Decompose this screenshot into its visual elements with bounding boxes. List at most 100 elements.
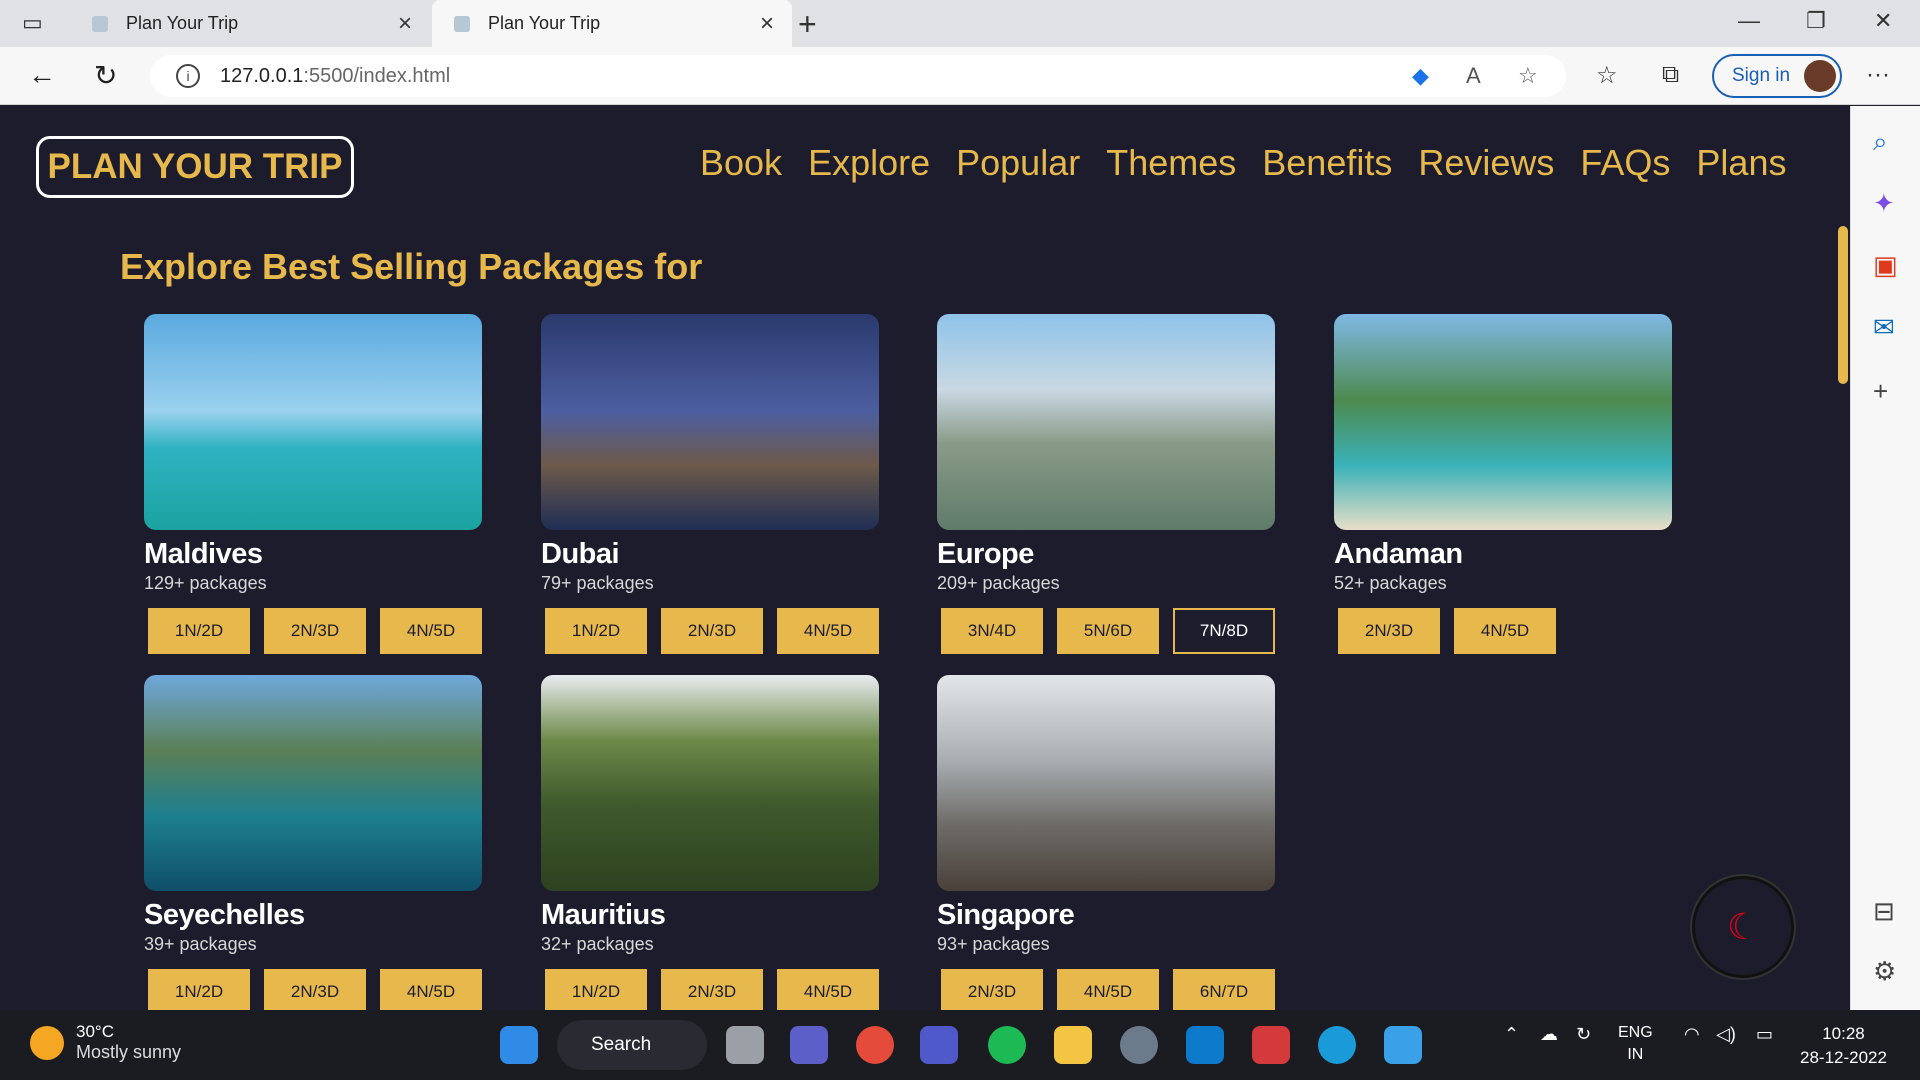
duration-button[interactable]: 1N/2D [148, 969, 250, 1010]
package-card-mauritius[interactable]: Mauritius 32+ packages 1N/2D 2N/3D 4N/5D [541, 675, 879, 1010]
browser-toolbar: ← ↻ i 127.0.0.1:5500/index.html ◆ A ☆ ☆ … [0, 47, 1920, 105]
outlook-icon[interactable]: ✉ [1873, 312, 1895, 343]
weather-widget[interactable]: 30°C Mostly sunny [30, 1022, 181, 1063]
duration-button[interactable]: 1N/2D [545, 969, 647, 1010]
nav-benefits[interactable]: Benefits [1262, 142, 1392, 184]
copilot-icon[interactable]: ✦ [1873, 188, 1895, 219]
sun-icon [30, 1025, 64, 1060]
duration-button[interactable]: 4N/5D [1057, 969, 1159, 1010]
settings-gear-icon[interactable]: ⚙ [1873, 956, 1896, 987]
site-logo[interactable]: PLAN YOUR TRIP [36, 136, 354, 198]
nav-reviews[interactable]: Reviews [1418, 142, 1554, 184]
task-view-icon[interactable] [726, 1026, 764, 1064]
address-bar[interactable]: i 127.0.0.1:5500/index.html ◆ A ☆ [150, 55, 1566, 97]
battery-icon[interactable]: ▭ [1756, 1024, 1773, 1045]
restore-icon[interactable]: ❐ [1806, 8, 1826, 34]
package-card-europe[interactable]: Europe 209+ packages 3N/4D 5N/6D 7N/8D [937, 314, 1275, 654]
destination-name: Singapore [937, 899, 1075, 931]
close-tab-icon[interactable]: × [760, 10, 774, 38]
clock-time: 10:28 [1822, 1024, 1865, 1043]
file-explorer-icon[interactable] [1054, 1026, 1092, 1064]
site-info-icon[interactable]: i [176, 64, 200, 88]
settings-app-icon[interactable] [1120, 1026, 1158, 1064]
duration-options: 1N/2D 2N/3D 4N/5D [545, 608, 879, 654]
os-taskbar: 30°C Mostly sunny Search ⌃ ☁ ↻ ENG IN ◠ … [0, 1010, 1920, 1080]
duration-button-selected[interactable]: 7N/8D [1173, 608, 1275, 654]
system-clock[interactable]: 10:28 28-12-2022 [1800, 1022, 1887, 1070]
sign-in-button[interactable]: Sign in [1712, 54, 1842, 98]
reload-icon[interactable]: ↻ [94, 59, 117, 92]
edge-icon[interactable] [1318, 1026, 1356, 1064]
duration-button[interactable]: 2N/3D [264, 969, 366, 1010]
office-icon[interactable]: ▣ [1873, 250, 1898, 281]
taskbar-search[interactable]: Search [557, 1020, 707, 1070]
language-indicator[interactable]: ENG IN [1618, 1022, 1653, 1066]
browser-tab-1[interactable]: Plan Your Trip × [70, 0, 430, 47]
notepad-icon[interactable] [1384, 1026, 1422, 1064]
package-card-dubai[interactable]: Dubai 79+ packages 1N/2D 2N/3D 4N/5D [541, 314, 879, 654]
read-aloud-icon[interactable]: A [1466, 63, 1481, 89]
browser-tab-2[interactable]: Plan Your Trip × [432, 0, 792, 47]
destination-image [144, 314, 482, 530]
duration-button[interactable]: 4N/5D [380, 608, 482, 654]
chat-icon[interactable] [790, 1026, 828, 1064]
chrome-icon[interactable] [856, 1026, 894, 1064]
package-card-andaman[interactable]: Andaman 52+ packages 2N/3D 4N/5D [1334, 314, 1672, 654]
main-nav: Book Explore Popular Themes Benefits Rev… [700, 142, 1786, 184]
close-window-icon[interactable]: ✕ [1874, 8, 1892, 34]
temperature: 30°C [76, 1022, 114, 1041]
weather-desc: Mostly sunny [76, 1042, 182, 1062]
duration-button[interactable]: 4N/5D [1454, 608, 1556, 654]
collections-icon[interactable]: ⧉ [1662, 61, 1679, 89]
teams-icon[interactable] [920, 1026, 958, 1064]
package-card-maldives[interactable]: Maldives 129+ packages 1N/2D 2N/3D 4N/5D [144, 314, 482, 654]
nav-explore[interactable]: Explore [808, 142, 930, 184]
windows-start-icon[interactable] [500, 1026, 538, 1064]
duration-button[interactable]: 6N/7D [1173, 969, 1275, 1010]
show-hidden-icons-icon[interactable]: ⌃ [1504, 1024, 1519, 1045]
duration-button[interactable]: 3N/4D [941, 608, 1043, 654]
favorites-icon[interactable]: ☆ [1596, 61, 1618, 90]
nav-popular[interactable]: Popular [956, 142, 1080, 184]
search-icon[interactable]: ⌕ [1873, 126, 1888, 158]
duration-button[interactable]: 2N/3D [941, 969, 1043, 1010]
spotify-icon[interactable] [988, 1026, 1026, 1064]
tab-actions-icon[interactable]: ▭ [22, 10, 43, 36]
back-icon[interactable]: ← [28, 59, 56, 91]
nav-themes[interactable]: Themes [1106, 142, 1236, 184]
duration-button[interactable]: 2N/3D [661, 969, 763, 1010]
onedrive-icon[interactable]: ☁ [1540, 1024, 1558, 1045]
nav-plans[interactable]: Plans [1696, 142, 1786, 184]
sync-icon[interactable]: ↻ [1576, 1024, 1591, 1045]
page-scrollbar[interactable] [1838, 226, 1848, 384]
new-tab-icon[interactable]: + [798, 6, 817, 43]
favicon-icon [454, 15, 470, 32]
coupon-icon[interactable]: ◆ [1412, 63, 1429, 89]
duration-button[interactable]: 4N/5D [777, 608, 879, 654]
destination-image [144, 675, 482, 891]
duration-button[interactable]: 2N/3D [264, 608, 366, 654]
add-favorite-icon[interactable]: ☆ [1518, 63, 1538, 89]
package-card-singapore[interactable]: Singapore 93+ packages 2N/3D 4N/5D 6N/7D [937, 675, 1275, 1010]
duration-button[interactable]: 4N/5D [380, 969, 482, 1010]
destination-image [541, 675, 879, 891]
dark-mode-toggle-button[interactable]: ☾ [1692, 876, 1794, 978]
vscode-icon[interactable] [1186, 1026, 1224, 1064]
duration-button[interactable]: 5N/6D [1057, 608, 1159, 654]
add-icon[interactable]: + [1873, 376, 1888, 407]
minimize-icon[interactable]: — [1738, 8, 1760, 34]
duration-button[interactable]: 2N/3D [661, 608, 763, 654]
volume-icon[interactable]: ◁) [1716, 1024, 1736, 1045]
wifi-icon[interactable]: ◠ [1684, 1024, 1700, 1045]
close-tab-icon[interactable]: × [398, 10, 412, 38]
duration-button[interactable]: 2N/3D [1338, 608, 1440, 654]
package-card-seyechelles[interactable]: Seyechelles 39+ packages 1N/2D 2N/3D 4N/… [144, 675, 482, 1010]
duration-button[interactable]: 4N/5D [777, 969, 879, 1010]
sidebar-hide-icon[interactable]: ⊟ [1873, 896, 1895, 927]
duration-button[interactable]: 1N/2D [545, 608, 647, 654]
git-icon[interactable] [1252, 1026, 1290, 1064]
nav-faqs[interactable]: FAQs [1580, 142, 1670, 184]
duration-button[interactable]: 1N/2D [148, 608, 250, 654]
more-icon[interactable]: ··· [1866, 61, 1890, 89]
nav-book[interactable]: Book [700, 142, 782, 184]
